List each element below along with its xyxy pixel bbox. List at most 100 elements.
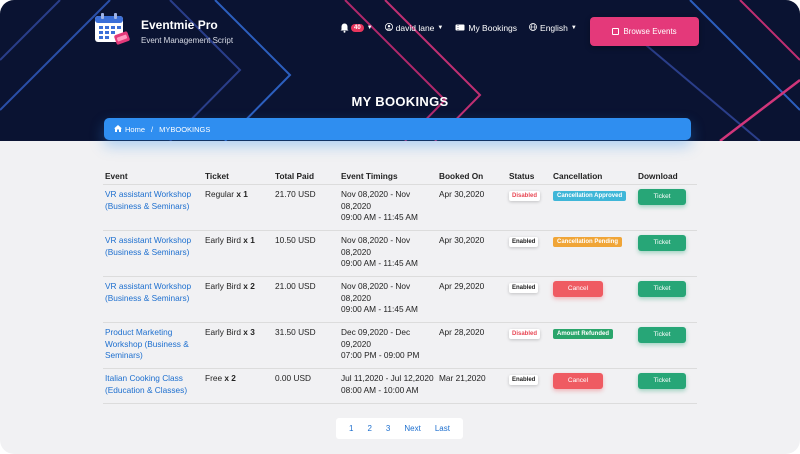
- column-header-total-paid: Total Paid: [275, 171, 315, 181]
- column-header-status: Status: [509, 171, 535, 181]
- download-ticket-button[interactable]: Ticket: [638, 189, 686, 205]
- pagination: 1 2 3 Next Last: [336, 418, 463, 439]
- download-ticket-button[interactable]: Ticket: [638, 235, 686, 251]
- cancellation-status-badge: Amount Refunded: [553, 329, 613, 339]
- total-paid: 21.00 USD: [275, 281, 316, 291]
- status-badge: Enabled: [509, 375, 539, 385]
- top-nav: 40 ▼ david lane ▼ My Bookings English ▼: [340, 23, 589, 33]
- event-dates: Nov 08,2020 - Nov 08,2020: [341, 281, 411, 303]
- event-dates: Dec 09,2020 - Dec 09,2020: [341, 327, 411, 349]
- breadcrumb-separator: /: [151, 124, 154, 134]
- total-paid: 21.70 USD: [275, 189, 316, 199]
- booked-on: Apr 30,2020: [439, 235, 485, 245]
- browse-events-button[interactable]: Browse Events: [590, 17, 699, 46]
- breadcrumb-current: MYBOOKINGS: [159, 124, 211, 134]
- app-frame: Eventmie Pro Event Management Script 40 …: [0, 0, 800, 454]
- chevron-down-icon: ▼: [366, 25, 373, 31]
- my-bookings-link[interactable]: My Bookings: [455, 23, 517, 33]
- notification-count-badge: 40: [351, 24, 364, 32]
- event-link[interactable]: Product Marketing Workshop (Business & S…: [103, 327, 205, 368]
- chevron-down-icon: ▼: [570, 25, 577, 31]
- notifications-button[interactable]: 40 ▼: [340, 23, 373, 33]
- download-ticket-button[interactable]: Ticket: [638, 373, 686, 389]
- column-header-ticket: Ticket: [205, 171, 229, 181]
- ticket-quantity: x 1: [243, 235, 255, 245]
- event-dates: Nov 08,2020 - Nov 08,2020: [341, 235, 411, 257]
- table-row: Italian Cooking Class (Education & Class…: [103, 369, 697, 404]
- brand-name: Eventmie Pro: [141, 17, 218, 32]
- ticket-name: Regular: [205, 189, 235, 199]
- event-times: 08:00 AM - 10:00 AM: [341, 384, 419, 395]
- booked-on: Apr 29,2020: [439, 281, 485, 291]
- ticket-quantity: x 3: [243, 327, 255, 337]
- my-bookings-label: My Bookings: [468, 23, 518, 33]
- total-paid: 31.50 USD: [275, 327, 316, 337]
- download-ticket-button[interactable]: Ticket: [638, 281, 686, 297]
- language-label: English: [540, 23, 568, 33]
- table-header: Event Ticket Total Paid Event Timings Bo…: [103, 168, 697, 185]
- brand[interactable]: Eventmie Pro Event Management Script: [93, 11, 233, 51]
- table-row: VR assistant Workshop (Business & Semina…: [103, 185, 697, 231]
- ticket-name: Early Bird: [205, 235, 241, 245]
- ticket-quantity: x 2: [224, 373, 236, 383]
- language-menu[interactable]: English ▼: [529, 23, 577, 33]
- ticket-quantity: x 2: [243, 281, 255, 291]
- page-link-1[interactable]: 1: [349, 424, 353, 433]
- booked-on: Mar 21,2020: [439, 373, 486, 383]
- user-menu[interactable]: david lane ▼: [384, 23, 444, 33]
- column-header-event: Event: [105, 171, 128, 181]
- page-link-3[interactable]: 3: [386, 424, 390, 433]
- event-link[interactable]: VR assistant Workshop (Business & Semina…: [103, 281, 205, 322]
- event-dates: Jul 11,2020 - Jul 12,2020: [341, 373, 434, 383]
- event-link[interactable]: VR assistant Workshop (Business & Semina…: [103, 189, 205, 230]
- page-title: MY BOOKINGS: [351, 94, 449, 109]
- ticket-name: Free: [205, 373, 223, 383]
- event-dates: Nov 08,2020 - Nov 08,2020: [341, 189, 411, 211]
- event-times: 09:00 AM - 11:45 AM: [341, 258, 418, 268]
- status-badge: Disabled: [509, 329, 541, 339]
- event-times: 07:00 PM - 09:00 PM: [341, 350, 420, 360]
- table-row: VR assistant Workshop (Business & Semina…: [103, 277, 697, 323]
- event-link[interactable]: Italian Cooking Class (Education & Class…: [103, 373, 205, 403]
- event-times: 09:00 AM - 11:45 AM: [341, 212, 418, 222]
- column-header-booked-on: Booked On: [439, 171, 484, 181]
- download-ticket-button[interactable]: Ticket: [638, 327, 686, 343]
- user-name: david lane: [395, 23, 435, 33]
- cancel-booking-button[interactable]: Cancel: [553, 373, 603, 389]
- calendar-icon: [612, 28, 620, 35]
- bookings-table: Event Ticket Total Paid Event Timings Bo…: [103, 168, 697, 404]
- column-header-cancellation: Cancellation: [553, 171, 603, 181]
- next-page-link[interactable]: Next: [404, 424, 420, 433]
- cancellation-status-badge: Cancellation Approved: [553, 191, 627, 201]
- globe-icon: [529, 23, 537, 33]
- event-link[interactable]: VR assistant Workshop (Business & Semina…: [103, 235, 205, 276]
- total-paid: 0.00 USD: [275, 373, 311, 383]
- cancel-booking-button[interactable]: Cancel: [553, 281, 603, 297]
- cancellation-status-badge: Cancellation Pending: [553, 237, 623, 247]
- table-row: Product Marketing Workshop (Business & S…: [103, 323, 697, 369]
- column-header-event-timings: Event Timings: [341, 171, 398, 181]
- event-times: 09:00 AM - 11:45 AM: [341, 304, 418, 314]
- page-link-2[interactable]: 2: [367, 424, 371, 433]
- user-circle-icon: [384, 23, 393, 33]
- ticket-icon: [455, 24, 465, 33]
- table-row: VR assistant Workshop (Business & Semina…: [103, 231, 697, 277]
- total-paid: 10.50 USD: [275, 235, 316, 245]
- home-icon: [114, 124, 122, 134]
- chevron-down-icon: ▼: [437, 25, 444, 31]
- breadcrumb-home-link[interactable]: Home: [125, 125, 145, 134]
- bell-icon: [340, 23, 349, 33]
- browse-events-label: Browse Events: [623, 27, 677, 36]
- calendar-logo-icon: [93, 11, 133, 51]
- breadcrumb: Home / MYBOOKINGS: [104, 118, 691, 140]
- booked-on: Apr 30,2020: [439, 189, 485, 199]
- status-badge: Disabled: [509, 191, 541, 201]
- ticket-name: Early Bird: [205, 327, 241, 337]
- ticket-quantity: x 1: [236, 189, 248, 199]
- ticket-name: Early Bird: [205, 281, 241, 291]
- status-badge: Enabled: [509, 237, 539, 247]
- status-badge: Enabled: [509, 283, 539, 293]
- last-page-link[interactable]: Last: [435, 424, 450, 433]
- brand-subtitle: Event Management Script: [141, 35, 234, 45]
- column-header-download: Download: [638, 171, 678, 181]
